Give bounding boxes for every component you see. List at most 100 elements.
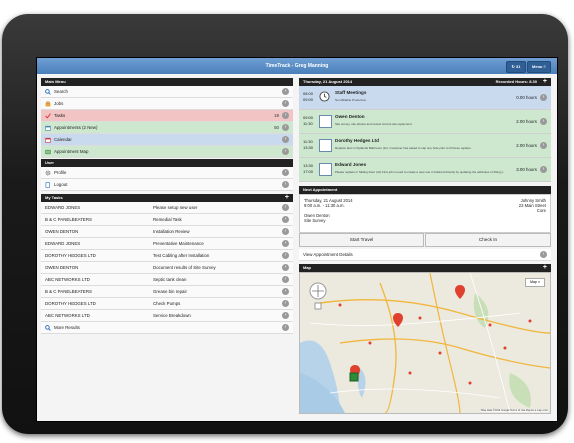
next-time: 9:00 a.m. - 11:30 a.m.: [304, 203, 345, 208]
map-icon: [45, 149, 51, 154]
task-customer: OWEN DENTON: [45, 265, 79, 270]
task-row[interactable]: B & C PANELBEATERS Remedial Task ›: [41, 214, 293, 226]
appointment-icon: [45, 125, 51, 131]
task-customer: ABC NETWORKS LTD: [45, 313, 90, 318]
map-attribution: Map data ©2014 Google Terms of Use Repor…: [481, 409, 548, 412]
main-menu-header: Main Menu: [41, 78, 293, 86]
gear-icon: [45, 170, 51, 176]
task-row[interactable]: EDWARD JONES Please setup new user ›: [41, 202, 293, 214]
chevron-right-icon: ›: [282, 228, 289, 235]
logout-icon: [45, 182, 50, 188]
chevron-right-icon: ›: [282, 288, 289, 295]
expand-map-icon[interactable]: +: [543, 264, 547, 272]
appointment-hours: 0.00 hours: [516, 95, 537, 100]
add-appointment-icon[interactable]: +: [543, 78, 547, 86]
menu-button[interactable]: Menu ≡: [527, 61, 551, 73]
checkmark-icon: [45, 113, 51, 119]
task-row[interactable]: ABC NETWORKS LTD Septic tank clean ›: [41, 274, 293, 286]
appointment-hours: 2.00 hours: [516, 143, 537, 148]
next-actions: Start Travel Check In: [299, 233, 551, 247]
task-description: Remedial Task: [153, 217, 182, 222]
appointment-icon: [319, 163, 332, 176]
calendar-icon: [45, 137, 51, 143]
task-row[interactable]: DOROTHY HEDGES LTD Check Pumps ›: [41, 298, 293, 310]
my-tasks-title: My Tasks: [45, 195, 63, 200]
user-header: User: [41, 159, 293, 167]
appointment-row[interactable]: 13:30 17:00 Edward Jones Please replace in …: [299, 158, 551, 182]
appointment-time: 08:00 09:00: [303, 91, 313, 103]
appointment-hours: 2.00 hours: [516, 119, 537, 124]
briefcase-icon: [45, 101, 51, 107]
task-list: EDWARD JONES Please setup new user › B & C …: [41, 202, 293, 322]
task-row[interactable]: DOROTHY HEDGES LTD Test Cabling after Ins…: [41, 250, 293, 262]
appointment-name: Dorothy Hedges Ltd: [335, 138, 379, 143]
task-description: Check Pumps: [153, 301, 181, 306]
menu-item-tasks[interactable]: Tasks 19 ›: [41, 110, 293, 122]
clock-icon: [319, 91, 330, 102]
next-appointment-header: Next Appointment: [299, 186, 551, 194]
map-view[interactable]: Map ≡ Map data ©2014 Google Terms of Use…: [299, 272, 551, 414]
next-address-line2: Core: [536, 208, 546, 213]
map-marker-current[interactable]: [349, 372, 359, 382]
task-row[interactable]: ABC NETWORKS LTD Service Breakdown ›: [41, 310, 293, 322]
start-travel-button[interactable]: Start Travel: [299, 233, 424, 247]
chevron-right-icon: ›: [282, 300, 289, 307]
menu-item-label: Tasks: [54, 113, 66, 118]
map-canvas: [300, 273, 550, 413]
day-header: Thursday, 21 August 2014 Recorded Hours:…: [299, 78, 551, 86]
menu-item-label: Appointment Map: [54, 149, 89, 154]
more-results-item[interactable]: More Results ›: [41, 322, 293, 334]
left-column: Main Menu Search › Jobs › Tasks 19 › App…: [41, 78, 293, 334]
map-type-button[interactable]: Map ≡: [525, 278, 545, 287]
appointment-hours: 3.00 hours: [516, 167, 537, 172]
menu-item-jobs[interactable]: Jobs ›: [41, 98, 293, 110]
appointment-end: 11:30: [303, 121, 313, 126]
task-row[interactable]: B & C PANELBEATERS Grease bin repair ›: [41, 286, 293, 298]
menu-item-label: Calendar: [54, 137, 72, 142]
task-description: Document results of Site Survey: [153, 265, 216, 270]
appointment-time: 09:00 11:30: [303, 115, 313, 127]
chevron-right-icon: ›: [282, 204, 289, 211]
chevron-right-icon: ›: [540, 166, 547, 173]
add-task-icon[interactable]: +: [285, 194, 289, 202]
appointment-description: Non-Billable Productive: [335, 98, 367, 102]
appointment-time: 11:30 13:30: [303, 139, 313, 151]
chevron-right-icon: ›: [282, 100, 289, 107]
chevron-right-icon: ›: [282, 252, 289, 259]
check-in-button[interactable]: Check In: [425, 233, 551, 247]
task-row[interactable]: OWEN DENTON Document results of Site Surv…: [41, 262, 293, 274]
menu-item-logout[interactable]: Logout ›: [41, 179, 293, 191]
task-customer: EDWARD JONES: [45, 205, 81, 210]
task-description: Please setup new user: [153, 205, 198, 210]
view-appointment-details[interactable]: View Appointment Details ›: [299, 249, 551, 261]
menu-item-label: Search: [54, 89, 68, 94]
task-customer: EDWARD JONES: [45, 241, 81, 246]
menu-item-calendar[interactable]: Calendar ›: [41, 134, 293, 146]
appointment-row[interactable]: 08:00 09:00 Staff Meetings Non-Billable Pro…: [299, 86, 551, 110]
sync-button[interactable]: ↻ 31: [506, 61, 526, 73]
appointment-icon: [319, 139, 332, 152]
chevron-right-icon: ›: [282, 148, 289, 155]
appointment-row[interactable]: 11:30 13:30 Dorothy Hedges Ltd Replace fans…: [299, 134, 551, 158]
task-description: Service Breakdown: [153, 313, 191, 318]
appointment-row[interactable]: 09:00 11:30 Owen Denton Site survey, site p…: [299, 110, 551, 134]
menu-item-label: Jobs: [54, 101, 64, 106]
menu-item-appointment-map[interactable]: Appointment Map ›: [41, 146, 293, 158]
appointments-count: 50: [274, 125, 279, 130]
day-title: Thursday, 21 August 2014: [303, 79, 353, 84]
appointment-name: Edward Jones: [335, 162, 367, 167]
menu-item-appointments[interactable]: Appointments (2 New) 50 ›: [41, 122, 293, 134]
task-row[interactable]: OWEN DENTON Installation Review ›: [41, 226, 293, 238]
task-customer: B & C PANELBEATERS: [45, 289, 92, 294]
menu-item-profile[interactable]: Profile ›: [41, 167, 293, 179]
task-customer: B & C PANELBEATERS: [45, 217, 92, 222]
menu-item-search[interactable]: Search ›: [41, 86, 293, 98]
appointment-end: 13:30: [303, 145, 314, 150]
chevron-right-icon: ›: [282, 312, 289, 319]
map-zoom-control[interactable]: [314, 302, 322, 310]
tablet-frame: TimeTrack - Greg Manning ↻ 31 Menu ≡ Mai…: [2, 14, 568, 434]
task-description: Preventative Maintenance: [153, 241, 204, 246]
chevron-right-icon: ›: [282, 181, 289, 188]
task-row[interactable]: EDWARD JONES Preventative Maintenance ›: [41, 238, 293, 250]
view-details-label: View Appointment Details: [303, 252, 353, 257]
